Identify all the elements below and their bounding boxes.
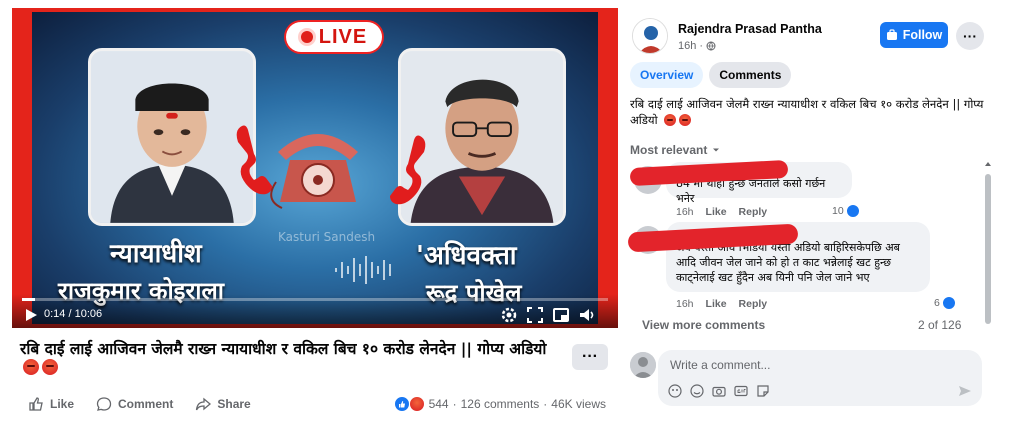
like-reaction-icon — [393, 396, 410, 412]
globe-icon — [706, 41, 716, 51]
post-stats: 544 · 126 comments · 46K views — [393, 396, 606, 412]
judge-portrait-image — [91, 51, 253, 223]
video-frame: LIVE Kasturi Sandesh न्यायाधीश राजकुमार … — [32, 12, 598, 324]
comments-scrollbar[interactable] — [984, 160, 992, 328]
video-progress-bar[interactable] — [22, 298, 608, 301]
video-section: LIVE Kasturi Sandesh न्यायाधीश राजकुमार … — [0, 0, 620, 432]
comment-item: अब यस्तो अघि भिडियो यस्तो अडियो बाहिरिसक… — [627, 222, 988, 312]
post-title-text: रबि दाई लाई आजिवन जेलमै राख्न न्यायाधीश … — [20, 340, 547, 358]
stats-separator: · — [452, 397, 457, 411]
share-arrow-icon — [196, 397, 212, 411]
picture-in-picture-icon[interactable] — [552, 306, 570, 324]
comment-actions: 16h Like Reply — [676, 206, 767, 218]
comment-like-button[interactable]: Like — [706, 206, 727, 218]
like-reaction-icon — [845, 204, 860, 218]
scrollbar-thumb[interactable] — [985, 174, 991, 324]
chevron-down-icon — [713, 148, 720, 152]
comment-count-indicator: 2 of 126 — [918, 318, 962, 332]
follow-label: Follow — [902, 28, 943, 42]
comment-like-button[interactable]: Like — [706, 298, 727, 310]
post-sidebar: Rajendra Prasad Pantha 16h · Follow ··· … — [620, 0, 1024, 432]
comment-reply-button[interactable]: Reply — [739, 206, 768, 218]
share-label: Share — [217, 397, 251, 411]
comment-button[interactable]: Comment — [96, 396, 173, 412]
video-player[interactable]: LIVE Kasturi Sandesh न्यायाधीश राजकुमार … — [12, 8, 618, 328]
caption-right-title: 'अधिवक्ता — [416, 241, 517, 271]
composer-toolbar — [668, 384, 770, 398]
live-badge: LIVE — [286, 22, 382, 52]
video-controls: 0:14 / 10:06 — [12, 294, 618, 328]
follow-icon — [886, 29, 897, 40]
comment-like-count[interactable]: 10 — [832, 204, 860, 218]
camera-icon[interactable] — [712, 384, 726, 398]
volume-icon[interactable] — [578, 306, 596, 324]
video-watermark: Kasturi Sandesh — [278, 230, 376, 244]
angry-emoji-icon — [42, 359, 58, 375]
comment-time[interactable]: 16h — [676, 298, 694, 310]
like-label: Like — [50, 397, 75, 411]
like-button[interactable]: Like — [28, 396, 74, 412]
comment-composer[interactable]: Write a comment... — [658, 350, 982, 406]
rotary-phone-icon — [270, 134, 358, 209]
live-label: LIVE — [318, 25, 368, 48]
angry-emoji-icon — [679, 114, 692, 126]
portrait-judge — [88, 48, 256, 226]
settings-gear-icon[interactable] — [500, 306, 518, 324]
author-avatar-image — [633, 19, 667, 53]
sort-label: Most relevant — [630, 143, 708, 157]
scroll-up-icon[interactable] — [984, 160, 992, 168]
comment-bubble-icon — [96, 397, 112, 411]
video-progress-fill — [22, 298, 36, 301]
thumbs-up-icon — [29, 397, 43, 411]
tab-overview[interactable]: Overview — [630, 62, 704, 88]
post-more-button[interactable]: ··· — [572, 344, 608, 370]
tab-comments[interactable]: Comments — [709, 62, 792, 88]
post-actions: Like Comment Share — [28, 394, 273, 414]
comment-like-number: 6 — [934, 297, 940, 309]
comment-like-number: 10 — [832, 205, 844, 217]
comment-like-count[interactable]: 6 — [934, 296, 956, 310]
meta-separator: · — [699, 40, 704, 52]
red-handset-right-icon — [390, 135, 426, 205]
comment-sort-dropdown[interactable]: Most relevant — [630, 143, 721, 157]
fullscreen-icon[interactable] — [526, 306, 544, 324]
gif-icon[interactable] — [734, 384, 748, 398]
comment-time[interactable]: 16h — [676, 206, 694, 218]
like-reaction-icon — [941, 296, 956, 310]
viewer-avatar[interactable] — [630, 352, 656, 378]
comment-actions: 16h Like Reply — [676, 298, 767, 310]
default-avatar-icon — [630, 352, 656, 378]
sticker-icon[interactable] — [756, 384, 770, 398]
comment-input[interactable]: Write a comment... — [670, 358, 770, 372]
view-more-comments-link[interactable]: View more comments — [642, 318, 765, 332]
author-avatar[interactable] — [632, 18, 668, 54]
caption-left-title: न्यायाधीश — [110, 239, 202, 269]
post-description: रबि दाई लाई आजिवन जेलमै राख्न न्यायाधीश … — [630, 96, 986, 128]
comment-item: 84 मा थाहा हुन्छ जनताले कसो गर्छन भनेर 1… — [628, 159, 988, 218]
comment-count[interactable]: 126 comments — [461, 397, 540, 411]
angry-emoji-icon — [664, 114, 677, 126]
facebook-video-post: LIVE Kasturi Sandesh न्यायाधीश राजकुमार … — [0, 0, 1024, 432]
sidebar-more-button[interactable]: ··· — [956, 22, 984, 50]
send-icon[interactable] — [958, 384, 972, 398]
comment-reply-button[interactable]: Reply — [739, 298, 768, 310]
angry-emoji-icon — [23, 359, 39, 375]
share-button[interactable]: Share — [195, 396, 251, 412]
post-title: रबि दाई लाई आजिवन जेलमै राख्न न्यायाधीश … — [20, 340, 550, 378]
view-count: 46K views — [551, 397, 606, 411]
stats-separator: · — [543, 397, 548, 411]
emoji-icon[interactable] — [690, 384, 704, 398]
comment-label: Comment — [118, 397, 174, 411]
play-icon[interactable] — [22, 306, 40, 324]
angry-reaction-icon — [408, 396, 425, 412]
avatar-sticker-icon[interactable] — [668, 384, 682, 398]
reaction-count[interactable]: 544 — [429, 397, 449, 411]
author-name[interactable]: Rajendra Prasad Pantha — [678, 22, 822, 36]
post-time[interactable]: 16h — [678, 40, 696, 52]
sidebar-tabs: Overview Comments — [630, 62, 792, 88]
live-dot-icon — [300, 31, 313, 43]
follow-button[interactable]: Follow — [880, 22, 948, 48]
video-time: 0:14 / 10:06 — [44, 308, 103, 320]
post-meta: 16h · — [678, 40, 716, 52]
